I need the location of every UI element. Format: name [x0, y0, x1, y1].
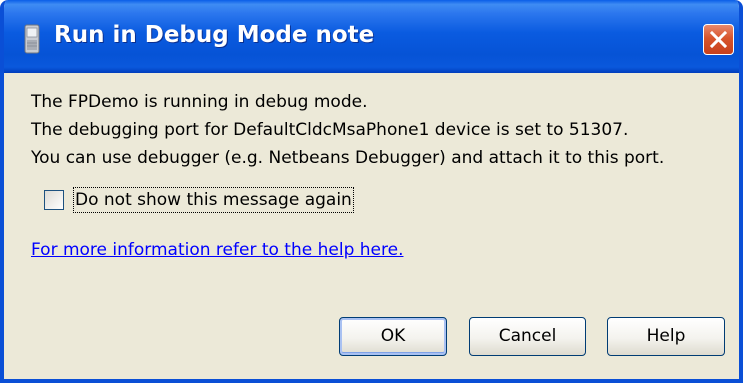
- title-bar[interactable]: Run in Debug Mode note: [4, 0, 739, 73]
- message-line: The FPDemo is running in debug mode.: [31, 92, 368, 112]
- dialog-title: Run in Debug Mode note: [54, 22, 375, 48]
- message-line: You can use debugger (e.g. Netbeans Debu…: [31, 148, 665, 168]
- dont-show-again-label[interactable]: Do not show this message again: [73, 187, 354, 213]
- message-line: The debugging port for DefaultCldcMsaPho…: [31, 120, 629, 140]
- phone-icon: [24, 24, 40, 54]
- help-link[interactable]: For more information refer to the help h…: [31, 238, 403, 262]
- help-button[interactable]: Help: [607, 317, 725, 356]
- dialog-body: The FPDemo is running in debug mode. The…: [4, 69, 739, 379]
- close-button[interactable]: [703, 24, 734, 55]
- dialog-window: Run in Debug Mode note The FPDemo is run…: [0, 0, 743, 383]
- ok-button[interactable]: OK: [339, 317, 447, 356]
- message-text: The FPDemo is running in debug mode. The…: [31, 88, 664, 172]
- dont-show-again-checkbox[interactable]: [44, 190, 64, 210]
- cancel-button[interactable]: Cancel: [469, 317, 586, 356]
- close-icon: [709, 30, 728, 49]
